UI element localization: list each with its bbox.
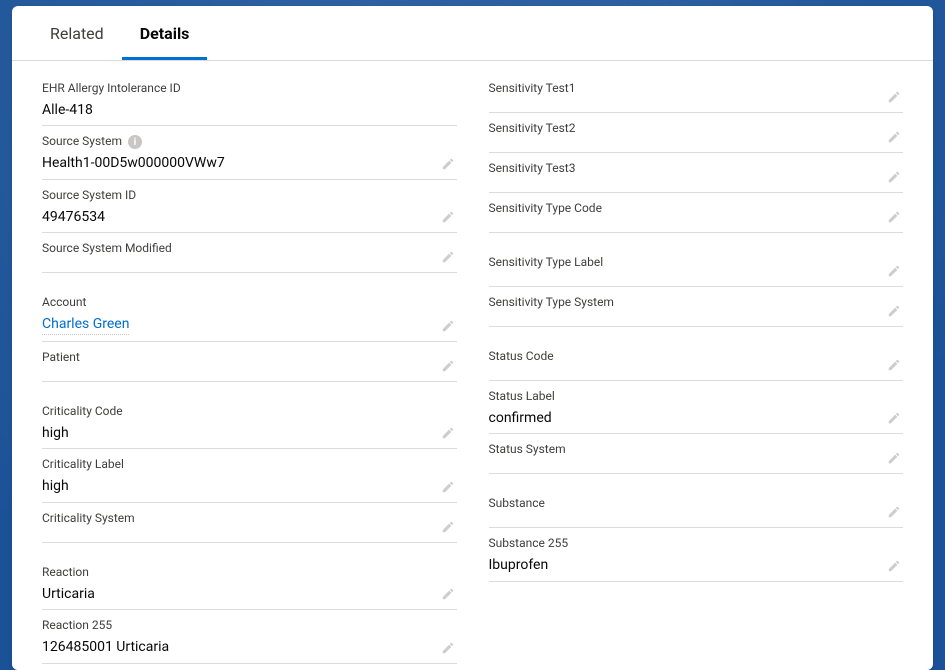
edit-icon[interactable]	[885, 262, 903, 280]
edit-icon[interactable]	[439, 585, 457, 603]
field-label: EHR Allergy Intolerance ID	[42, 81, 431, 97]
field-sensitivity-type-system: Sensitivity Type System	[489, 287, 904, 327]
field-label: Source System i	[42, 134, 431, 150]
field-value: 126485001 Urticaria	[42, 638, 431, 657]
field-value: Ibuprofen	[489, 556, 878, 575]
field-sensitivity-test2: Sensitivity Test2	[489, 113, 904, 153]
field-status-label: Status Label confirmed	[489, 381, 904, 434]
field-value: confirmed	[489, 409, 878, 428]
edit-icon[interactable]	[885, 503, 903, 521]
details-col-left: EHR Allergy Intolerance ID Alle-418 Sour…	[42, 73, 473, 665]
section-gap	[489, 474, 904, 488]
field-source-system-id: Source System ID 49476534	[42, 180, 457, 233]
field-criticality-system: Criticality System	[42, 503, 457, 543]
field-account: Account Charles Green	[42, 287, 457, 341]
field-label: Patient	[42, 350, 431, 366]
section-gap	[42, 382, 457, 396]
field-label: Substance	[489, 496, 878, 512]
section-gap	[42, 273, 457, 287]
field-label: Source System ID	[42, 188, 431, 204]
edit-icon[interactable]	[885, 208, 903, 226]
field-label: Criticality Label	[42, 457, 431, 473]
edit-icon[interactable]	[885, 168, 903, 186]
edit-icon[interactable]	[885, 356, 903, 374]
edit-icon[interactable]	[439, 478, 457, 496]
field-reaction: Reaction Urticaria	[42, 557, 457, 610]
field-label: Reaction 255	[42, 618, 431, 634]
field-label: Reaction	[42, 565, 431, 581]
record-card: Related Details EHR Allergy Intolerance …	[12, 6, 933, 670]
field-criticality-code: Criticality Code high	[42, 396, 457, 449]
field-sensitivity-type-code: Sensitivity Type Code	[489, 193, 904, 233]
field-criticality-label: Criticality Label high	[42, 449, 457, 502]
field-sensitivity-type-label: Sensitivity Type Label	[489, 247, 904, 287]
field-label: Sensitivity Type System	[489, 295, 878, 311]
field-label: Criticality Code	[42, 404, 431, 420]
edit-icon[interactable]	[885, 128, 903, 146]
edit-icon[interactable]	[439, 155, 457, 173]
tab-related[interactable]: Related	[32, 6, 122, 60]
details-col-right: Sensitivity Test1 Sensitivity Test2 Sens…	[473, 73, 904, 665]
field-sensitivity-test1: Sensitivity Test1	[489, 73, 904, 113]
edit-icon[interactable]	[885, 88, 903, 106]
field-label: Sensitivity Type Label	[489, 255, 878, 271]
edit-icon[interactable]	[885, 557, 903, 575]
field-label: Substance 255	[489, 536, 878, 552]
section-gap	[489, 233, 904, 247]
field-substance: Substance	[489, 488, 904, 528]
field-value: Urticaria	[42, 585, 431, 604]
field-substance-255: Substance 255 Ibuprofen	[489, 528, 904, 581]
field-value: high	[42, 477, 431, 496]
field-label: Sensitivity Type Code	[489, 201, 878, 217]
edit-icon[interactable]	[439, 357, 457, 375]
edit-icon[interactable]	[439, 317, 457, 335]
details-body: EHR Allergy Intolerance ID Alle-418 Sour…	[12, 61, 933, 665]
field-value: Health1-00D5w000000VWw7	[42, 154, 431, 173]
edit-icon[interactable]	[439, 248, 457, 266]
field-label: Criticality System	[42, 511, 431, 527]
tab-details[interactable]: Details	[122, 6, 208, 60]
field-ehr-allergy-id: EHR Allergy Intolerance ID Alle-418	[42, 73, 457, 126]
field-status-code: Status Code	[489, 341, 904, 381]
field-status-system: Status System	[489, 434, 904, 474]
field-reaction-255: Reaction 255 126485001 Urticaria	[42, 610, 457, 663]
field-label: Status Code	[489, 349, 878, 365]
field-label: Sensitivity Test2	[489, 121, 878, 137]
field-label: Sensitivity Test1	[489, 81, 878, 97]
field-recorded-date: Recorded Date	[42, 664, 457, 665]
field-patient: Patient	[42, 342, 457, 382]
field-value: Alle-418	[42, 101, 431, 120]
field-source-system-modified: Source System Modified	[42, 233, 457, 273]
edit-icon[interactable]	[439, 208, 457, 226]
edit-icon[interactable]	[439, 639, 457, 657]
account-link[interactable]: Charles Green	[42, 315, 129, 335]
field-sensitivity-test3: Sensitivity Test3	[489, 153, 904, 193]
label-text: Source System	[42, 134, 122, 150]
edit-icon[interactable]	[885, 449, 903, 467]
edit-icon[interactable]	[885, 302, 903, 320]
section-gap	[42, 543, 457, 557]
edit-icon[interactable]	[885, 409, 903, 427]
edit-icon[interactable]	[439, 518, 457, 536]
edit-icon[interactable]	[439, 424, 457, 442]
field-label: Sensitivity Test3	[489, 161, 878, 177]
section-gap	[489, 327, 904, 341]
field-source-system: Source System i Health1-00D5w000000VWw7	[42, 126, 457, 179]
tabs: Related Details	[12, 6, 933, 61]
field-value: 49476534	[42, 208, 431, 227]
field-label: Status System	[489, 442, 878, 458]
field-label: Account	[42, 295, 431, 311]
field-label: Status Label	[489, 389, 878, 405]
field-value: high	[42, 424, 431, 443]
field-label: Source System Modified	[42, 241, 431, 257]
info-icon[interactable]: i	[128, 135, 142, 149]
